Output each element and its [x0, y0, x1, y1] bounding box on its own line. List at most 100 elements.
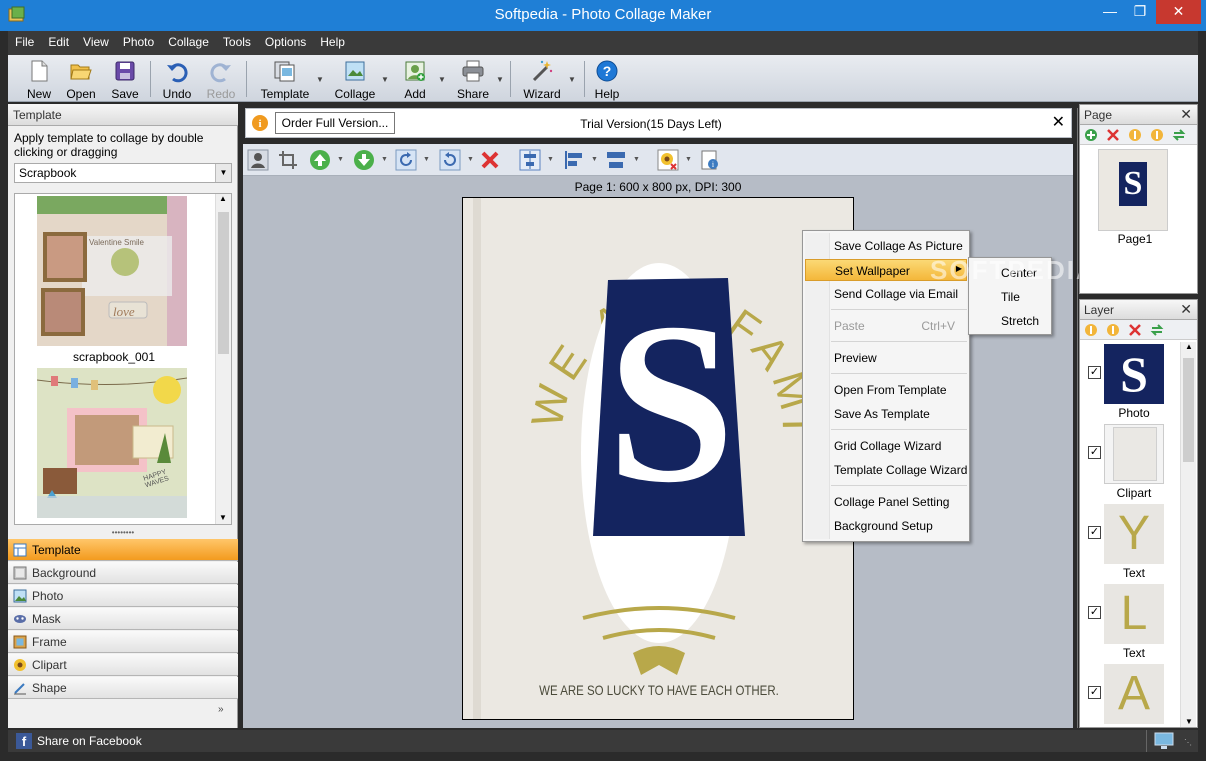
template-button[interactable]: Template [258, 57, 312, 101]
delete-icon[interactable] [479, 149, 501, 171]
menu-item-save-as-template[interactable]: Save As Template [805, 403, 967, 425]
crop-icon[interactable] [277, 149, 299, 171]
category-clipart[interactable]: Clipart [8, 654, 238, 676]
scroll-up-icon[interactable]: ▲ [1185, 342, 1193, 351]
rotate-right-icon[interactable] [395, 149, 417, 171]
splitter-grip[interactable]: •••••••• [8, 529, 238, 538]
close-infobar-icon[interactable]: ✕ [1052, 112, 1065, 132]
save-button[interactable]: Save [104, 57, 146, 101]
delete-layer-icon[interactable] [1128, 323, 1142, 337]
menu-collage[interactable]: Collage [161, 31, 216, 55]
scroll-down-icon[interactable]: ▼ [219, 513, 227, 522]
swap-page-icon[interactable] [1172, 128, 1186, 142]
menu-options[interactable]: Options [258, 31, 313, 55]
category-mask[interactable]: Mask [8, 608, 238, 630]
scroll-down-icon[interactable]: ▼ [1185, 717, 1193, 726]
page-thumbnail[interactable]: S [1098, 149, 1168, 231]
menu-item-background-setup[interactable]: Background Setup [805, 515, 967, 537]
maximize-button[interactable]: ❐ [1128, 0, 1152, 24]
layer-visible-checkbox[interactable]: ✓ [1088, 526, 1101, 539]
template-list[interactable]: Valentine Smile love scrapbook_001 HAPPY… [14, 193, 232, 525]
category-shape[interactable]: Shape [8, 677, 238, 699]
close-button[interactable]: ✕ [1156, 0, 1201, 24]
dropdown-arrow-icon[interactable]: ▼ [337, 156, 344, 163]
menu-tools[interactable]: Tools [216, 31, 258, 55]
new-button[interactable]: New [18, 57, 60, 101]
menu-item-preview[interactable]: Preview [805, 347, 967, 369]
add-dropdown-arrow[interactable]: ▼ [438, 75, 446, 84]
share-on-facebook-link[interactable]: Share on Facebook [37, 734, 142, 748]
layer-list-scrollbar[interactable]: ▲ ▼ [1180, 342, 1196, 727]
layer-visible-checkbox[interactable]: ✓ [1088, 366, 1101, 379]
clipart-sunflower-icon[interactable] [657, 149, 679, 171]
layer-down-icon[interactable] [1106, 323, 1120, 337]
page-prop-icon[interactable] [1128, 128, 1142, 142]
layer-visible-checkbox[interactable]: ✓ [1088, 446, 1101, 459]
template-category-select[interactable]: Scrapbook ▼ [14, 163, 232, 183]
more-categories-icon[interactable]: » [218, 704, 224, 715]
swap-layer-icon[interactable] [1150, 323, 1164, 337]
menu-view[interactable]: View [76, 31, 116, 55]
collage-page[interactable]: WE ARE FAMILY S WE ARE SO LUCKY TO HAVE … [462, 197, 854, 720]
menu-item-save-collage-as-picture[interactable]: Save Collage As Picture [805, 235, 967, 257]
template-thumbnail[interactable]: Valentine Smile love [37, 196, 187, 346]
open-button[interactable]: Open [60, 57, 102, 101]
align-left-icon[interactable] [563, 149, 585, 171]
menu-item-template-collage-wizard[interactable]: Template Collage Wizard [805, 459, 967, 481]
rotate-left-icon[interactable] [439, 149, 461, 171]
chevron-down-icon[interactable]: ▼ [215, 164, 231, 182]
dropdown-arrow-icon[interactable]: ▼ [633, 156, 640, 163]
send-backward-icon[interactable] [353, 149, 375, 171]
scrollbar-thumb[interactable] [218, 212, 229, 354]
category-frame[interactable]: Frame [8, 631, 238, 653]
facebook-icon[interactable]: f [16, 733, 32, 749]
share-button[interactable]: Share [452, 57, 494, 101]
submenu-item-stretch[interactable]: Stretch [971, 310, 1049, 332]
layer-visible-checkbox[interactable]: ✓ [1088, 686, 1101, 699]
menu-item-paste[interactable]: Paste Ctrl+V [805, 315, 967, 337]
undo-button[interactable]: Undo [156, 57, 198, 101]
distribute-icon[interactable] [605, 149, 627, 171]
menu-edit[interactable]: Edit [41, 31, 76, 55]
submenu-item-tile[interactable]: Tile [971, 286, 1049, 308]
add-button[interactable]: Add [394, 57, 436, 101]
category-background[interactable]: Background [8, 562, 238, 584]
category-photo[interactable]: Photo [8, 585, 238, 607]
person-icon[interactable] [247, 149, 269, 171]
template-dropdown-arrow[interactable]: ▼ [316, 75, 324, 84]
category-template[interactable]: Template [8, 539, 238, 561]
menu-item-collage-panel-setting[interactable]: Collage Panel Setting [805, 491, 967, 513]
menu-file[interactable]: File [8, 31, 41, 55]
collage-dropdown-arrow[interactable]: ▼ [381, 75, 389, 84]
redo-button[interactable]: Redo [200, 57, 242, 101]
align-center-icon[interactable] [519, 149, 541, 171]
menu-item-send-collage-via-email[interactable]: Send Collage via Email [805, 283, 967, 305]
menu-item-open-from-template[interactable]: Open From Template [805, 379, 967, 401]
help-button[interactable]: ? Help [586, 57, 628, 101]
close-icon[interactable]: ✕ [1180, 106, 1192, 123]
wizard-dropdown-arrow[interactable]: ▼ [568, 75, 576, 84]
dropdown-arrow-icon[interactable]: ▼ [685, 156, 692, 163]
layer-visible-checkbox[interactable]: ✓ [1088, 606, 1101, 619]
layer-up-icon[interactable] [1084, 323, 1098, 337]
scroll-up-icon[interactable]: ▲ [219, 194, 227, 203]
scrollbar-thumb[interactable] [1183, 358, 1194, 462]
minimize-button[interactable]: — [1098, 0, 1122, 24]
add-page-icon[interactable] [1084, 128, 1098, 142]
wizard-button[interactable]: Wizard [520, 57, 564, 101]
dropdown-arrow-icon[interactable]: ▼ [423, 156, 430, 163]
dropdown-arrow-icon[interactable]: ▼ [467, 156, 474, 163]
properties-icon[interactable]: i [699, 149, 721, 171]
order-full-version-button[interactable]: Order Full Version... [275, 112, 395, 134]
page-prop2-icon[interactable] [1150, 128, 1164, 142]
dropdown-arrow-icon[interactable]: ▼ [547, 156, 554, 163]
template-list-scrollbar[interactable]: ▲ ▼ [215, 194, 231, 524]
dropdown-arrow-icon[interactable]: ▼ [381, 156, 388, 163]
bring-forward-icon[interactable] [309, 149, 331, 171]
dropdown-arrow-icon[interactable]: ▼ [591, 156, 598, 163]
collage-button[interactable]: Collage [334, 57, 376, 101]
resize-grip-icon[interactable]: ⋱ [1184, 738, 1192, 747]
monitor-icon[interactable] [1154, 732, 1174, 750]
template-thumbnail[interactable]: HAPPY WAVES [36, 368, 188, 518]
close-icon[interactable]: ✕ [1180, 301, 1192, 318]
